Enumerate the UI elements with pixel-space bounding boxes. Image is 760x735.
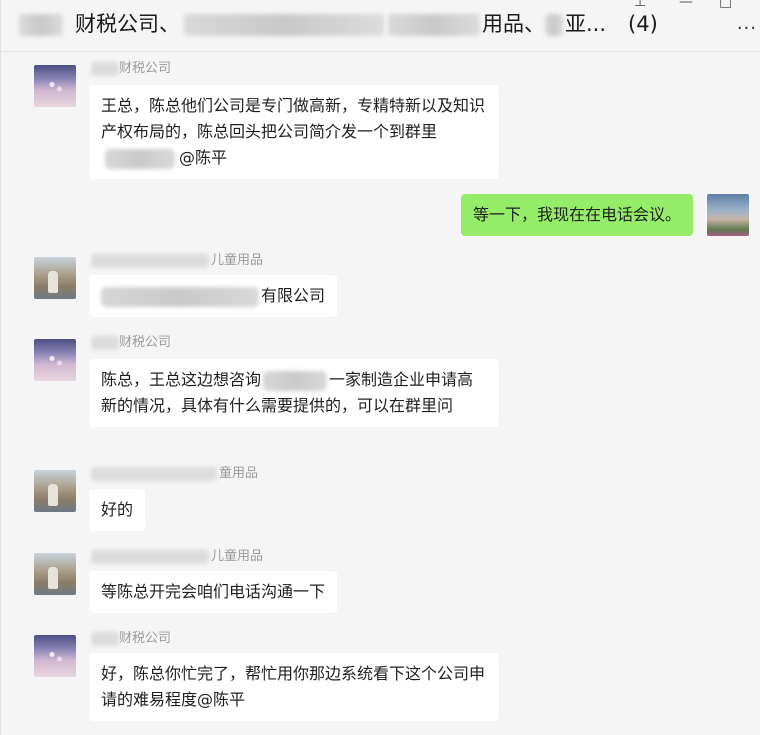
redacted-text — [184, 14, 384, 36]
avatar[interactable] — [34, 339, 76, 381]
redacted-text — [101, 286, 259, 307]
avatar[interactable] — [34, 470, 76, 512]
sender-name: 儿童用品 — [91, 249, 263, 268]
redacted-text — [91, 61, 119, 76]
redacted-text — [91, 253, 209, 268]
redacted-text — [545, 14, 563, 36]
redacted-text — [91, 631, 119, 646]
message-text: 陈总，王总这边想咨询 — [101, 370, 262, 389]
message-text: 等一下，我现在在电话会议。 — [472, 205, 681, 224]
message-bubble[interactable]: 有限公司 — [89, 275, 338, 317]
redacted-text — [91, 466, 217, 481]
message-text: 好，陈总你忙完了，帮忙用你那边系统看下这个公司申请的难易程度@陈平 — [101, 664, 486, 709]
message-list[interactable]: 财税公司 王总，陈总他们公司是专门做高新，专精特新以及知识产权布局的，陈总回头把… — [1, 53, 760, 735]
avatar[interactable] — [34, 635, 76, 677]
chat-window: 财税公司、 用品、 亚... (4) ⊥ — □ ··· 财税公司 王总，陈总他们公司… — [0, 0, 760, 735]
minimize-icon[interactable]: — — [679, 0, 693, 10]
chat-title: 财税公司、 用品、 亚... (4) — [19, 10, 658, 38]
message-bubble[interactable]: 好，陈总你忙完了，帮忙用你那边系统看下这个公司申请的难易程度@陈平 — [89, 653, 499, 721]
redacted-text — [263, 370, 328, 391]
title-part-2: 用品、 — [482, 12, 545, 36]
avatar[interactable] — [34, 257, 76, 299]
avatar[interactable] — [34, 553, 76, 595]
mention: @陈平 — [179, 148, 228, 167]
maximize-icon[interactable]: □ — [719, 0, 732, 10]
avatar[interactable] — [34, 65, 76, 107]
avatar-self[interactable] — [707, 194, 749, 236]
redacted-text — [388, 14, 480, 36]
message-text: 王总，陈总他们公司是专门做高新，专精特新以及知识产权布局的，陈总回头把公司简介发… — [101, 96, 486, 141]
message-bubble-self[interactable]: 等一下，我现在在电话会议。 — [460, 194, 693, 236]
message-text: 有限公司 — [261, 286, 326, 305]
message-text: 好的 — [101, 500, 134, 519]
sender-name: 儿童用品 — [91, 545, 263, 564]
member-count: (4) — [628, 12, 658, 36]
title-part-3: 亚... — [565, 12, 607, 36]
pin-icon[interactable]: ⊥ — [634, 0, 646, 10]
sender-name: 财税公司 — [91, 627, 171, 646]
redacted-text — [19, 14, 63, 36]
redacted-text — [105, 148, 175, 169]
message-bubble[interactable]: 王总，陈总他们公司是专门做高新，专精特新以及知识产权布局的，陈总回头把公司简介发… — [89, 85, 499, 179]
sender-name: 财税公司 — [91, 57, 171, 76]
more-icon[interactable]: ··· — [737, 18, 757, 39]
redacted-text — [91, 549, 209, 564]
sender-name: 财税公司 — [91, 331, 171, 350]
title-part-1: 财税公司、 — [75, 12, 180, 36]
message-text: 等陈总开完会咱们电话沟通一下 — [101, 582, 326, 601]
message-bubble[interactable]: 陈总，王总这边想咨询 一家制造企业申请高新的情况，具体有什么需要提供的，可以在群里… — [89, 359, 499, 427]
message-bubble[interactable]: 好的 — [89, 489, 146, 531]
redacted-text — [91, 335, 119, 350]
chat-title-bar: 财税公司、 用品、 亚... (4) ⊥ — □ ··· — [1, 0, 760, 52]
sender-name: 童用品 — [91, 462, 258, 481]
message-bubble[interactable]: 等陈总开完会咱们电话沟通一下 — [89, 571, 338, 613]
